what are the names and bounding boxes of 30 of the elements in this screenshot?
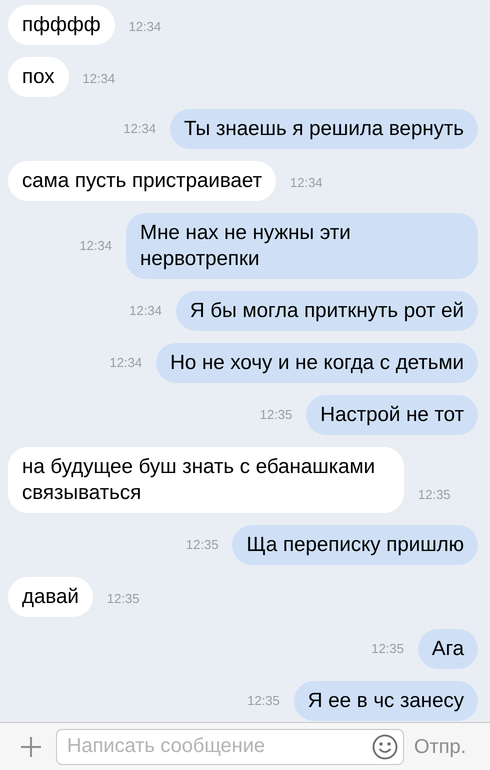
incoming-message-bubble: пфффф (8, 5, 115, 45)
send-button[interactable]: Отпр. (414, 732, 466, 762)
message-time: 12:35 (418, 486, 451, 504)
outgoing-message-bubble: Ага (418, 629, 478, 669)
message-time: 12:34 (128, 18, 162, 36)
message-time: 12:35 (371, 640, 404, 658)
incoming-message-bubble: сама пусть пристраивает (8, 161, 276, 201)
message-time: 12:34 (290, 174, 323, 192)
outgoing-message-bubble: Я ее в чс занесу (294, 681, 478, 721)
message-time: 12:35 (186, 536, 218, 554)
message-time: 12:35 (260, 406, 292, 424)
outgoing-message-bubble: Настрой не тот (306, 395, 478, 435)
message-time: 12:35 (106, 590, 140, 608)
outgoing-message-bubble: Мне нах не нужны эти нервотрепки (126, 213, 478, 279)
smiley-icon[interactable] (372, 734, 398, 760)
outgoing-message-bubble: Ты знаешь я решила вернуть (170, 109, 478, 149)
incoming-message-bubble: на будущее буш знать с ебанашками связываться (8, 447, 404, 513)
message-time: 12:35 (247, 692, 280, 710)
incoming-message-bubble: давай (8, 577, 93, 617)
incoming-message-bubble: пох (8, 57, 69, 97)
outgoing-message-bubble: Я бы могла приткнуть рот ей (176, 291, 478, 331)
message-time: 12:34 (79, 237, 112, 256)
plus-icon[interactable] (20, 736, 42, 758)
outgoing-message-bubble: Ща переписку пришлю (232, 525, 478, 565)
message-time: 12:34 (110, 354, 142, 372)
message-time: 12:34 (129, 302, 162, 320)
message-input-field[interactable]: Написать сообщение (56, 728, 404, 764)
outgoing-message-bubble: Но не хочу и не когда с детьми (156, 343, 478, 383)
message-time: 12:34 (123, 120, 156, 138)
message-time: 12:34 (82, 70, 116, 88)
